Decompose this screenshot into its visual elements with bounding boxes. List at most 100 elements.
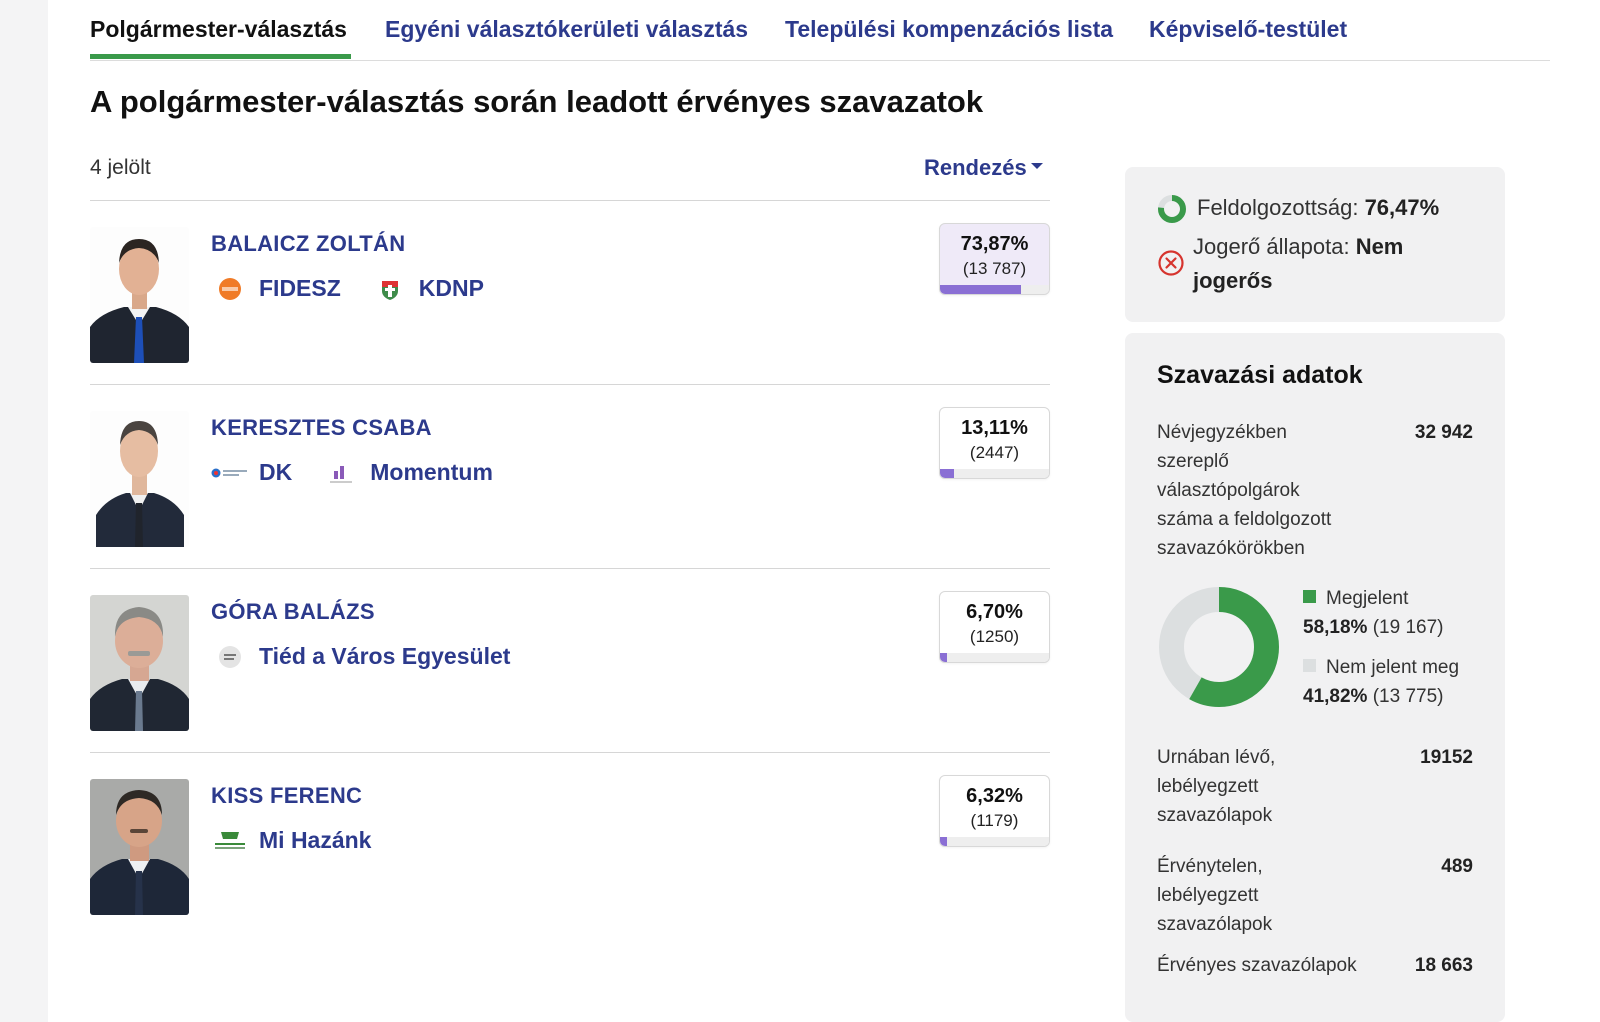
party-dk[interactable]: DK: [211, 459, 292, 486]
vote-percent: 13,11%: [961, 417, 1028, 439]
vote-percent: 6,32%: [966, 785, 1023, 807]
result-box: 13,11% (2447): [939, 407, 1050, 479]
party-name: FIDESZ: [259, 275, 341, 301]
party-kdnp[interactable]: KDNP: [371, 275, 484, 302]
legend-appeared: Megjelent 58,18% (19 167): [1303, 584, 1444, 642]
caret-down-icon: [1030, 163, 1043, 170]
turnout-donut-chart: [1157, 585, 1281, 714]
valid-ballots-row: Érvényes szavazólapok 18 663: [1157, 951, 1473, 980]
party-name: Mi Hazánk: [259, 827, 372, 853]
appeared-count: (19 167): [1372, 617, 1444, 638]
result-box: 6,32% (1179): [939, 775, 1050, 847]
candidate-name[interactable]: KISS FERENC: [211, 783, 362, 809]
processing-status: Feldolgozottság: 76,47%: [1197, 191, 1487, 225]
result-box: 6,70% (1250): [939, 591, 1050, 663]
valid-ballots-label: Érvényes szavazólapok: [1157, 955, 1357, 976]
party-name: Momentum: [370, 459, 493, 485]
vote-count: (1179): [970, 811, 1019, 830]
kdnp-logo-icon: [371, 277, 409, 301]
vote-count: (1250): [969, 627, 1020, 646]
party-mi-hazank[interactable]: Mi Hazánk: [211, 827, 371, 854]
party-list: FIDESZ KDNP: [211, 275, 514, 302]
candidate-photo: [90, 779, 189, 915]
vote-share-bar: [940, 837, 1049, 846]
candidate-row: GÓRA BALÁZS Tiéd a Város Egyesület 6,70%…: [90, 568, 1050, 752]
invalid-ballots-label: Érvénytelen, lebélyegzett szavazólapok: [1157, 856, 1273, 935]
candidate-photo: [90, 595, 189, 731]
invalid-ballots-row: Érvénytelen, lebélyegzett szavazólapok 4…: [1157, 852, 1473, 939]
candidate-row: KERESZTES CSABA DK Momentum 13,11% (2447…: [90, 384, 1050, 568]
vote-percent: 73,87%: [960, 233, 1029, 255]
status-card: Feldolgozottság: 76,47% Jogerő állapota:…: [1125, 167, 1505, 322]
party-name: KDNP: [418, 275, 484, 301]
candidate-photo: [90, 411, 189, 547]
tab-polgarmester[interactable]: Polgármester-választás: [90, 16, 347, 43]
registered-voters-row: Névjegyzékben szereplő választópolgárok …: [1157, 418, 1473, 563]
legend-swatch: [1303, 659, 1316, 672]
tab-egyeni[interactable]: Egyéni választókerületi választás: [385, 16, 748, 43]
ballots-in-urn-row: Urnában lévő, lebélyegzett szavazólapok …: [1157, 743, 1473, 830]
candidate-row: KISS FERENC Mi Hazánk 6,32% (1179): [90, 752, 1050, 936]
absent-percent: 41,82%: [1303, 686, 1368, 707]
page: Polgármester-választás Egyéni választóke…: [48, 0, 1600, 1022]
vote-count: (2447): [969, 443, 1020, 462]
vote-share-bar: [940, 653, 1049, 662]
vote-share-fill: [940, 653, 948, 662]
ballots-in-urn-value: 19152: [1420, 747, 1473, 768]
processing-label: Feldolgozottság:: [1197, 195, 1359, 220]
candidate-name[interactable]: GÓRA BALÁZS: [211, 599, 375, 625]
vote-share-fill: [940, 469, 955, 478]
candidate-list: BALAICZ ZOLTÁN FIDESZ KDNP 73,87% (13 78…: [90, 200, 1050, 936]
voting-data-title: Szavazási adatok: [1157, 361, 1363, 389]
party-fidesz[interactable]: FIDESZ: [211, 275, 341, 302]
vote-percent: 6,70%: [966, 601, 1023, 623]
party-momentum[interactable]: Momentum: [322, 459, 493, 486]
progress-ring-icon: [1157, 194, 1187, 229]
tied-a-varos-logo-icon: [211, 645, 249, 669]
appeared-percent: 58,18%: [1303, 617, 1368, 638]
legend-absent: Nem jelent meg 41,82% (13 775): [1303, 653, 1459, 711]
absent-count: (13 775): [1372, 686, 1444, 707]
absent-label: Nem jelent meg: [1326, 657, 1460, 678]
candidate-name[interactable]: BALAICZ ZOLTÁN: [211, 231, 405, 257]
vote-share-fill: [940, 285, 1021, 294]
candidate-photo: [90, 227, 189, 363]
vote-share-fill: [940, 837, 947, 846]
mi-hazank-logo-icon: [211, 829, 249, 853]
vote-share-bar: [940, 469, 1049, 478]
party-name: Tiéd a Város Egyesület: [259, 643, 511, 669]
processing-value: 76,47%: [1364, 195, 1440, 220]
registered-voters-value: 32 942: [1414, 422, 1473, 443]
tab-kepviselo-testulet[interactable]: Képviselő-testület: [1149, 16, 1347, 43]
result-box: 73,87% (13 787): [939, 223, 1050, 295]
fidesz-logo-icon: [211, 277, 249, 301]
registered-voters-label: Névjegyzékben szereplő választópolgárok …: [1157, 422, 1332, 559]
candidate-count: 4 jelölt: [90, 156, 151, 179]
ballots-in-urn-label: Urnában lévő, lebélyegzett szavazólapok: [1157, 747, 1276, 826]
valid-ballots-value: 18 663: [1414, 955, 1473, 976]
vote-share-bar: [940, 285, 1049, 294]
error-circle-x-icon: [1157, 249, 1185, 282]
tab-bar: Polgármester-választás Egyéni választóke…: [90, 0, 1550, 61]
legal-status: Jogerő állapota: Nem jogerős: [1193, 230, 1483, 298]
party-list: Mi Hazánk: [211, 827, 401, 854]
vote-count: (13 787): [962, 259, 1027, 278]
legal-label: Jogerő állapota:: [1193, 234, 1350, 259]
momentum-logo-icon: [322, 461, 360, 485]
sort-dropdown[interactable]: Rendezés: [924, 155, 1043, 181]
appeared-label: Megjelent: [1326, 588, 1409, 609]
party-list: Tiéd a Város Egyesület: [211, 643, 540, 670]
voting-data-card: Szavazási adatok Névjegyzékben szereplő …: [1125, 333, 1505, 1022]
page-title: A polgármester-választás során leadott é…: [90, 84, 984, 119]
candidate-row: BALAICZ ZOLTÁN FIDESZ KDNP 73,87% (13 78…: [90, 200, 1050, 384]
party-list: DK Momentum: [211, 459, 523, 486]
active-tab-indicator: [90, 54, 351, 59]
legend-swatch: [1303, 590, 1316, 603]
invalid-ballots-value: 489: [1441, 856, 1473, 877]
dk-logo-icon: [211, 461, 249, 485]
party-name: DK: [259, 459, 293, 485]
candidate-name[interactable]: KERESZTES CSABA: [211, 415, 432, 441]
tab-kompenzacios[interactable]: Települési kompenzációs lista: [785, 16, 1113, 43]
sort-label: Rendezés: [924, 155, 1027, 180]
party-tied-a-varos[interactable]: Tiéd a Város Egyesület: [211, 643, 510, 670]
